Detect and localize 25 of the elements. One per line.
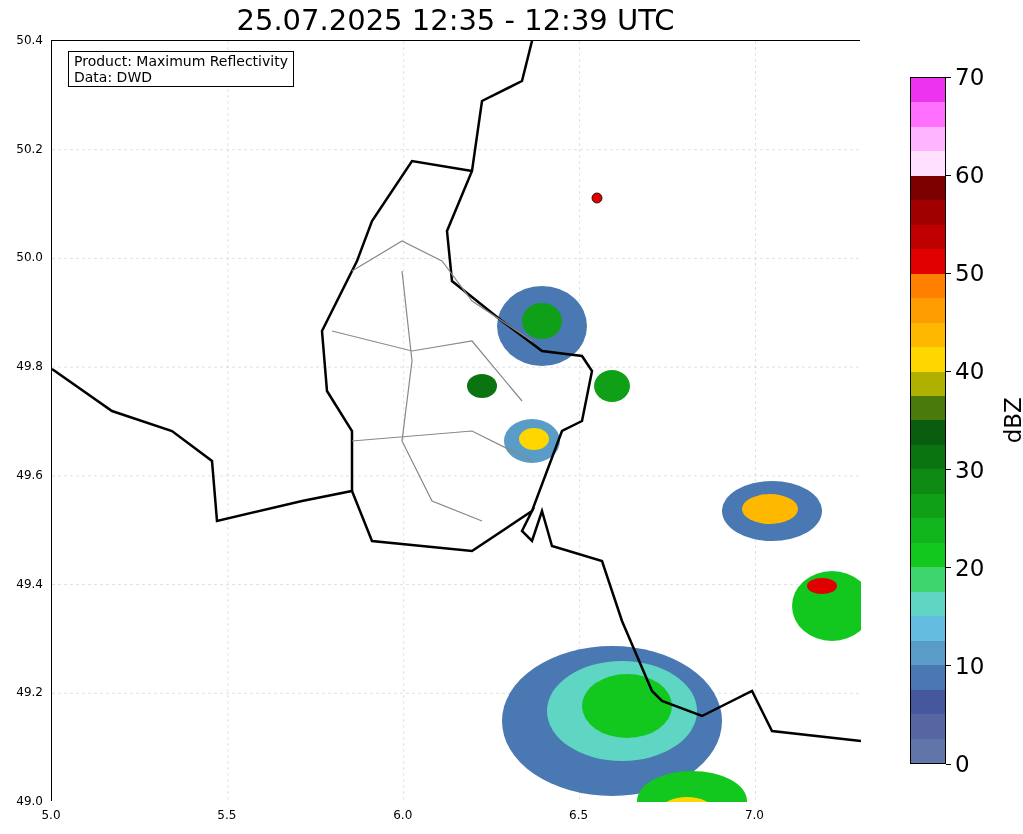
y-axis-label: 50.0 — [16, 250, 43, 265]
info-text: Product: Maximum Reflectivity — [74, 53, 288, 69]
colorbar-label: dBZ — [998, 397, 1023, 444]
chart-title: 25.07.2025 12:35 - 12:39 UTC — [235, 6, 676, 39]
y-axis-label: 50.4 — [16, 33, 43, 47]
colorbar-tick-label: 10 — [946, 652, 985, 679]
y-axis-label: 49.8 — [16, 359, 43, 374]
y-axis-label: 49.4 — [16, 576, 43, 591]
y-axis-label: 49.6 — [16, 467, 43, 482]
colorbar-tick-label: 40 — [946, 358, 985, 385]
x-axis-label: 6.0 — [393, 807, 413, 824]
x-axis-label: 7.0 — [744, 807, 764, 824]
colorbar-tick-label: 60 — [946, 162, 985, 189]
colorbar-tick-label: 20 — [946, 554, 985, 581]
x-axis-label: 6.5 — [569, 807, 589, 824]
y-axis-label: 50.2 — [16, 141, 43, 156]
y-axis-label: 49.0 — [16, 794, 43, 808]
info-text: Data: DWD — [74, 69, 153, 85]
x-axis-label: 5.0 — [41, 807, 61, 824]
colorbar-tick-label: 70 — [946, 64, 985, 90]
colorbar-tick-label: 50 — [946, 260, 985, 287]
x-axis-label: 5.5 — [217, 807, 237, 824]
colorbar-tick-label: 0 — [946, 751, 970, 777]
y-axis-label: 49.2 — [16, 685, 43, 700]
colorbar-tick-label: 30 — [946, 456, 985, 483]
